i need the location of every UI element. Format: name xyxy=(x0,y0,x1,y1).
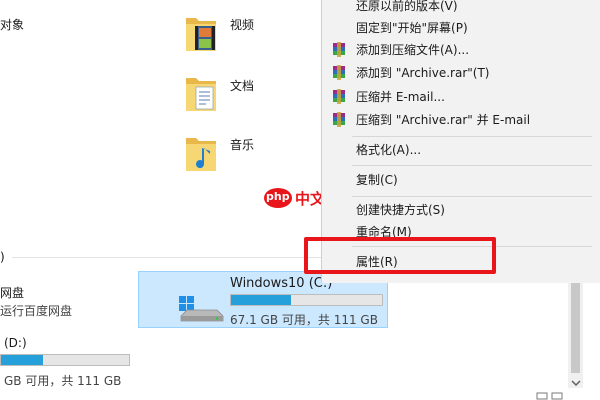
folder-label-documents[interactable]: 文档 xyxy=(230,77,254,94)
menu-item-add-archive-rar[interactable]: 添加到 "Archive.rar"(T) xyxy=(322,62,600,84)
winrar-icon xyxy=(333,65,345,80)
menu-item-label: 固定到"开始"屏幕(P) xyxy=(356,21,468,35)
winrar-icon xyxy=(333,112,345,127)
menu-separator xyxy=(352,136,592,137)
menu-item-pin-start[interactable]: 固定到"开始"屏幕(P) xyxy=(322,17,600,39)
winrar-icon xyxy=(333,89,345,104)
menu-item-label: 添加到 "Archive.rar"(T) xyxy=(356,66,490,80)
netdisk-name[interactable]: 网盘 xyxy=(0,284,24,301)
folder-item-music[interactable] xyxy=(184,134,218,177)
menu-item-label: 压缩并 E-mail... xyxy=(356,90,445,104)
menu-item-format[interactable]: 格式化(A)... xyxy=(322,139,600,161)
folder-label-videos[interactable]: 视频 xyxy=(230,16,254,33)
drive-d-space: GB 可用，共 111 GB xyxy=(4,374,122,388)
folder-item-documents[interactable] xyxy=(184,74,218,117)
windows-drive-icon xyxy=(179,296,224,322)
scroll-down-arrow-icon[interactable] xyxy=(570,378,582,388)
netdisk-sub: 运行百度网盘 xyxy=(0,304,73,318)
scrollbar-thumb[interactable] xyxy=(571,283,580,373)
menu-item-label: 还原以前的版本(V) xyxy=(356,0,458,13)
menu-item-label: 压缩到 "Archive.rar" 并 E-mail xyxy=(356,113,531,127)
documents-folder-icon xyxy=(186,78,216,111)
drive-d-name[interactable]: (D:) xyxy=(4,336,27,350)
menu-item-compress-email[interactable]: 压缩并 E-mail... xyxy=(322,86,600,108)
menu-separator xyxy=(352,165,592,166)
drive-c-name: Windows10 (C:) xyxy=(230,276,333,291)
drive-d-usage-fill xyxy=(1,355,44,365)
view-toggle-icon[interactable] xyxy=(536,392,564,400)
folder-label-music[interactable]: 音乐 xyxy=(230,136,254,153)
menu-item-add-archive[interactable]: 添加到压缩文件(A)... xyxy=(322,39,600,61)
menu-item-compress-rar-email[interactable]: 压缩到 "Archive.rar" 并 E-mail xyxy=(322,109,600,131)
folder-item-videos[interactable] xyxy=(184,14,218,57)
menu-item-label: 复制(C) xyxy=(356,173,398,187)
highlight-box-properties xyxy=(304,237,496,274)
drive-d-usage-bar xyxy=(0,354,130,366)
video-folder-icon xyxy=(186,18,216,51)
menu-item-copy[interactable]: 复制(C) xyxy=(322,169,600,191)
section-header-caret[interactable]: ) xyxy=(0,250,5,264)
menu-item-restore-previous[interactable]: 还原以前的版本(V) xyxy=(322,0,600,17)
menu-item-label: 格式化(A)... xyxy=(356,143,422,157)
menu-item-create-shortcut[interactable]: 创建快捷方式(S) xyxy=(322,199,600,221)
drive-c-usage-bar xyxy=(230,294,383,306)
drive-c-usage-fill xyxy=(231,295,292,305)
drive-c-space: 67.1 GB 可用，共 111 GB xyxy=(230,313,378,327)
php-logo-text: php xyxy=(266,190,290,203)
section-divider xyxy=(12,257,321,258)
menu-separator xyxy=(352,196,592,197)
menu-item-label: 创建快捷方式(S) xyxy=(356,203,445,217)
music-folder-icon xyxy=(186,138,216,171)
menu-item-label: 添加到压缩文件(A)... xyxy=(356,43,470,57)
winrar-icon xyxy=(333,42,345,57)
objects-folder-label[interactable]: 对象 xyxy=(0,16,24,33)
